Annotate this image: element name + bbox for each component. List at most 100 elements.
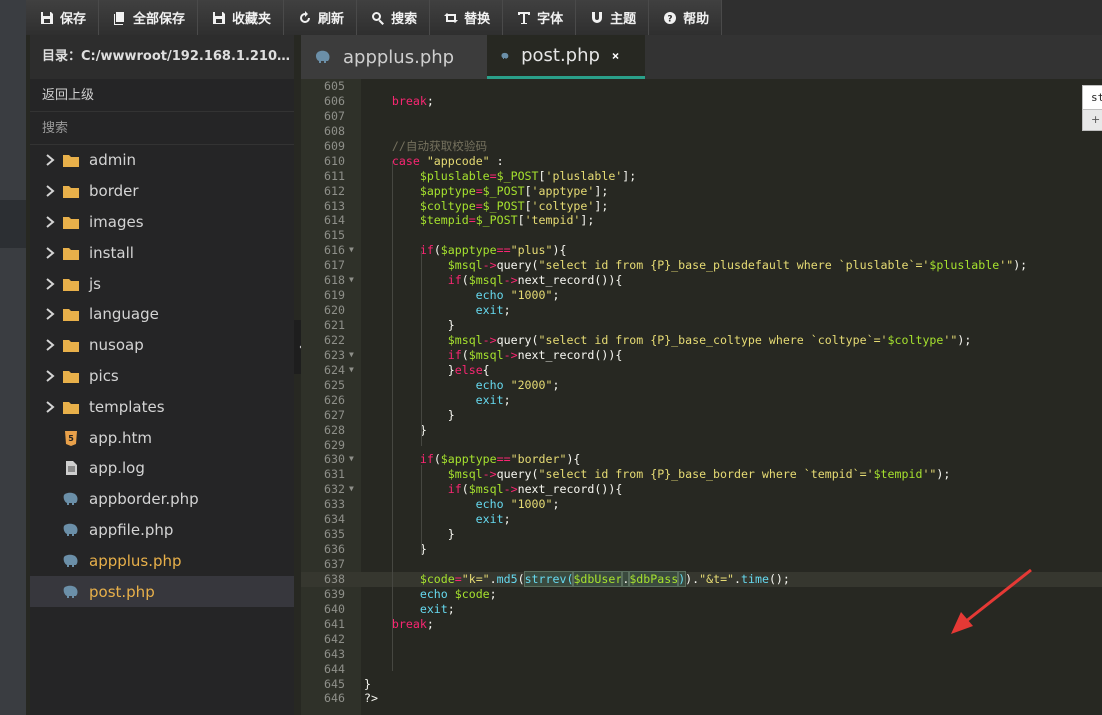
php-elephant-icon [501,52,509,59]
code-token: ]; [594,198,609,213]
code-text: $code="k=".md5(strrev($dbUser.$dbPass)).… [364,570,790,587]
fold-arrow-icon[interactable]: ▼ [349,482,354,497]
code-line: 609 //自动获取校验码 [301,139,1102,154]
refresh-icon [300,10,311,23]
code-token: -> [503,482,518,497]
folder-icon [63,370,79,383]
code-token: ( [461,482,469,497]
code-token: $tempid [364,213,469,228]
sidebar-search-input[interactable]: 搜索 [30,112,294,145]
tree-item-label: language [89,305,159,324]
favorites-button[interactable]: 收藏夹 [198,0,285,35]
tab-appplus-php[interactable]: appplus.php [301,35,487,79]
indent-guide [421,465,422,555]
tree-item[interactable]: app.log [30,453,294,484]
code-token: $_POST [482,183,525,198]
tree-item[interactable]: appfile.php [30,515,294,546]
php-elephant-icon [315,50,330,63]
directory-path: 目录：C:/wwwroot/192.168.1.210/ba... [30,35,294,79]
line-number: 638 [324,571,345,586]
search-widget-expand[interactable]: + [1083,110,1102,130]
close-icon[interactable] [612,49,619,63]
file-tree: admin border images install js language nusoap… [30,145,294,607]
code-token: exit [364,512,504,527]
tree-item[interactable]: nusoap [30,330,294,361]
svg-text:?: ? [668,14,673,24]
back-to-parent-link[interactable]: 返回上级 [30,79,294,112]
code-token: ]; [622,168,637,183]
chevron-right-icon [46,154,55,167]
tree-item[interactable]: install [30,237,294,268]
tree-item[interactable]: admin [30,145,294,176]
code-text: $tempid=$_POST['tempid']; [364,213,595,228]
code-token: "&t=" [699,571,735,586]
code-token: strrev( [523,570,575,587]
code-token: [ [517,213,525,228]
copy-icon [114,11,125,25]
line-number: 614 [324,213,345,228]
tree-item[interactable]: images [30,207,294,238]
code-token: query( [496,332,539,347]
search-widget[interactable]: st + [1082,85,1102,131]
tree-item[interactable]: appplus.php [30,545,294,576]
line-number: 634 [324,512,345,527]
chevron-right-icon [46,277,55,290]
tree-item-label: app.htm [89,428,153,447]
tab-post-php[interactable]: post.php [487,35,645,79]
fold-arrow-icon[interactable]: ▼ [349,363,354,378]
tree-item[interactable]: templates [30,391,294,422]
fold-arrow-icon[interactable]: ▼ [349,452,354,467]
php-elephant-icon [63,523,78,536]
code-token: $code [364,571,455,586]
code-token: next_record()){ [517,347,623,362]
search-widget-input[interactable]: st [1083,86,1102,110]
code-token: ){ [566,452,581,467]
code-text: if($msql->next_record()){ [364,482,623,497]
tree-item[interactable]: border [30,176,294,207]
line-number: 622 [324,332,345,347]
replace-button[interactable]: 替换 [430,0,504,35]
tree-item-label: app.log [89,459,145,478]
code-text: $msql->query("select id from {P}_base_bo… [364,467,951,482]
line-number: 618 [324,273,345,288]
save-button[interactable]: 保存 [26,0,100,35]
folder-icon [63,216,79,229]
line-number: 641 [324,616,345,631]
fold-arrow-icon[interactable]: ▼ [349,273,354,288]
code-token: ; [552,497,560,512]
fold-arrow-icon[interactable]: ▼ [349,348,354,363]
folder-icon [63,186,79,199]
line-number: 636 [324,542,345,557]
tree-item[interactable]: post.php [30,576,294,607]
code-text: exit; [364,602,455,617]
code-token: } [364,407,455,422]
help-button[interactable]: ? 帮助 [649,0,723,35]
code-token: ); [1013,258,1028,273]
code-token: ; [426,616,434,631]
search-button[interactable]: 搜索 [357,0,431,35]
code-text: } [364,677,371,692]
refresh-button[interactable]: 刷新 [284,0,358,35]
code-token: ]; [580,213,595,228]
code-token: 'apptype' [531,183,595,198]
save-all-button[interactable]: 全部保存 [99,0,199,35]
fold-arrow-icon[interactable]: ▼ [349,243,354,258]
tree-item[interactable]: js [30,268,294,299]
tree-item[interactable]: 5 app.htm [30,422,294,453]
text-icon [518,11,531,24]
code-editor[interactable]: 605 606 break; 607 608 609 //自动获取校验码 610 case… [301,79,1102,715]
tab-label: appplus.php [343,46,455,68]
code-token: } [364,362,455,377]
font-button[interactable]: 字体 [503,0,577,35]
tree-item[interactable]: language [30,299,294,330]
code-text: exit; [364,393,511,408]
code-token: ( [461,347,469,362]
tree-item[interactable]: appborder.php [30,484,294,515]
save-label: 保存 [60,12,87,27]
code-line: 607 [301,109,1102,124]
theme-button[interactable]: 主题 [576,0,650,35]
replace-label: 替换 [464,12,491,27]
line-number: 628 [324,422,345,437]
tree-item[interactable]: pics [30,361,294,392]
indent-guide [421,251,422,446]
